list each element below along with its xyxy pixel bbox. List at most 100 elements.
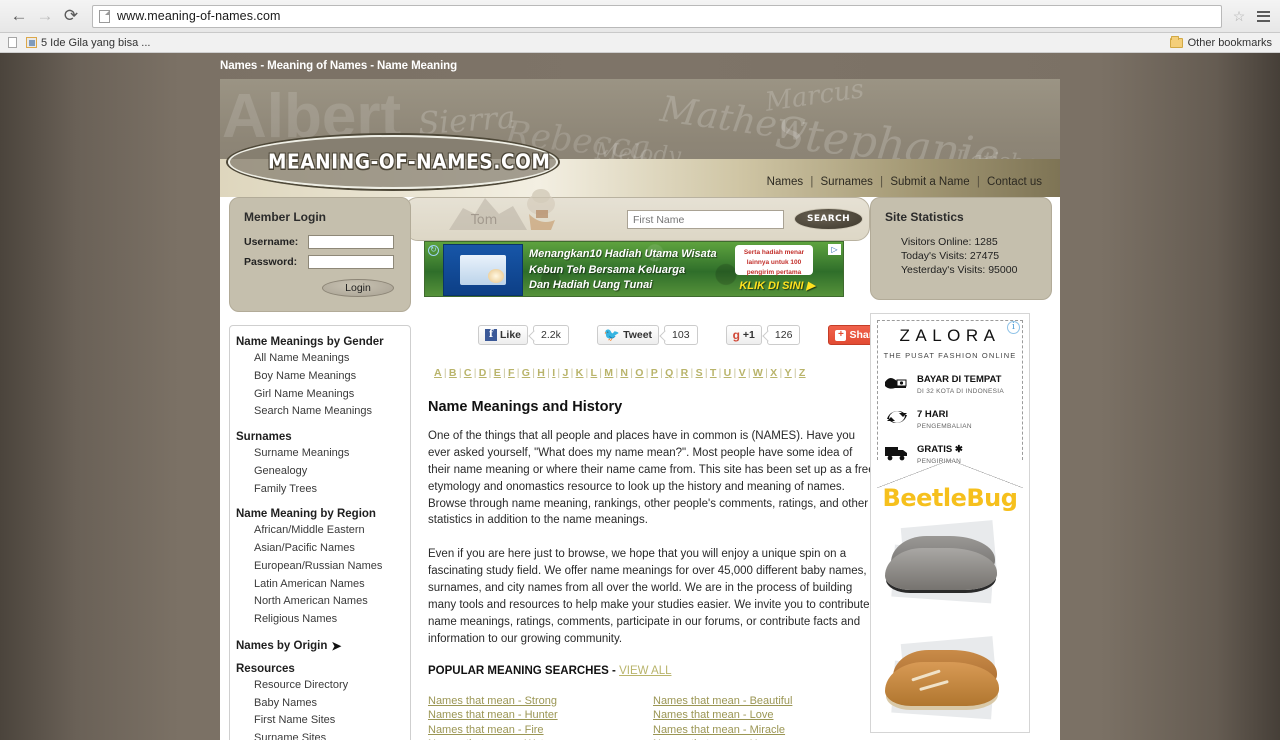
username-row: Username: (244, 235, 396, 249)
adchoices-icon[interactable]: ▷ (828, 244, 841, 255)
alphabet-link-a[interactable]: A (434, 367, 442, 379)
sidebar-item-resource-directory[interactable]: Resource Directory (236, 677, 400, 695)
alphabet-link-z[interactable]: Z (799, 367, 806, 379)
alphabet-link-d[interactable]: D (479, 367, 487, 379)
alphabet-link-t[interactable]: T (710, 367, 717, 379)
facebook-like-button[interactable]: f Like (478, 325, 529, 345)
search-button[interactable]: SEARCH (794, 208, 863, 230)
alphabet-link-v[interactable]: V (739, 367, 746, 379)
sidebar-item-boy-name-meanings[interactable]: Boy Name Meanings (236, 368, 400, 386)
popular-link-strong[interactable]: Names that mean - Strong (428, 695, 653, 708)
alphabet-link-i[interactable]: I (552, 367, 555, 379)
arrow-right-icon: ➤ (331, 638, 342, 653)
other-bookmarks-folder[interactable]: Other bookmarks (1169, 35, 1272, 49)
alphabet-link-m[interactable]: M (604, 367, 613, 379)
site-logo[interactable]: MEANING-OF-NAMES.COM (228, 135, 558, 189)
svg-text:Tom: Tom (470, 213, 497, 228)
alphabet-link-w[interactable]: W (753, 367, 763, 379)
popular-link-beautiful[interactable]: Names that mean - Beautiful (653, 695, 878, 708)
zalora-ad-top: i ZALORA THE PUSAT FASHION ONLINE BAYAR … (871, 314, 1029, 488)
alphabet-separator: | (585, 367, 589, 379)
reload-button[interactable]: ⟳ (58, 3, 84, 29)
alphabet-link-n[interactable]: N (620, 367, 628, 379)
facebook-icon: f (485, 329, 497, 341)
alphabet-separator: | (733, 367, 737, 379)
sidebar-item-girl-name-meanings[interactable]: Girl Name Meanings (236, 386, 400, 404)
page-info-icon (99, 9, 110, 23)
username-input[interactable] (308, 235, 394, 249)
twitter-bird-icon: 🐦 (603, 327, 621, 342)
popular-link-fire[interactable]: Names that mean - Fire (428, 724, 653, 737)
googleplus-button[interactable]: g +1 (725, 325, 762, 345)
alphabet-link-k[interactable]: K (576, 367, 584, 379)
popular-link-hope[interactable]: Names that mean - Hope (653, 738, 878, 740)
nav-link-submit-a-name[interactable]: Submit a Name (890, 176, 969, 188)
sidebar-item-all-name-meanings[interactable]: All Name Meanings (236, 350, 400, 368)
alphabet-link-l[interactable]: L (591, 367, 598, 379)
alphabet-link-f[interactable]: F (508, 367, 515, 379)
website-container: Albert Sierra Rebecca Melody Mathew Marc… (220, 79, 1060, 740)
sidebar-item-african-middle-eastern[interactable]: African/Middle Eastern (236, 522, 400, 540)
sidebar-item-surname-sites[interactable]: Surname Sites (236, 730, 400, 740)
password-input[interactable] (308, 255, 394, 269)
nav-link-contact-us[interactable]: Contact us (987, 176, 1042, 188)
alphabet-link-r[interactable]: R (681, 367, 689, 379)
sidebar-item-north-american-names[interactable]: North American Names (236, 593, 400, 611)
sidebar-item-asian-pacific-names[interactable]: Asian/Pacific Names (236, 540, 400, 558)
sidebar-item-search-name-meanings[interactable]: Search Name Meanings (236, 403, 400, 421)
forward-button[interactable]: → (32, 3, 58, 29)
menu-heading-gender: Name Meanings by Gender (236, 336, 384, 348)
twitter-tweet-button[interactable]: 🐦 Tweet (596, 325, 660, 345)
bookmarks-bar: 5 Ide Gila yang bisa ... Other bookmarks (0, 33, 1280, 53)
alphabet-link-c[interactable]: C (464, 367, 472, 379)
sidebar-item-surname-meanings[interactable]: Surname Meanings (236, 445, 400, 463)
popular-link-hunter[interactable]: Names that mean - Hunter (428, 709, 653, 722)
alphabet-separator: | (615, 367, 619, 379)
bookmark-item[interactable]: 5 Ide Gila yang bisa ... (26, 37, 150, 49)
alphabet-link-g[interactable]: G (522, 367, 530, 379)
alphabet-link-q[interactable]: Q (665, 367, 673, 379)
alphabet-separator: | (557, 367, 561, 379)
menu-heading-names-by-origin[interactable]: Names by Origin ➤ (236, 639, 400, 653)
alphabet-separator: | (704, 367, 708, 379)
back-button[interactable]: ← (6, 3, 32, 29)
nav-link-surnames[interactable]: Surnames (821, 176, 873, 188)
ad-cta-button[interactable]: KLIK DI SINI ▶ (739, 279, 815, 292)
shoe-photo-tan (877, 634, 1023, 732)
search-input[interactable] (627, 210, 784, 229)
alphabet-link-h[interactable]: H (537, 367, 545, 379)
sidebar-item-genealogy[interactable]: Genealogy (236, 463, 400, 481)
alphabet-link-e[interactable]: E (494, 367, 501, 379)
zalora-advertisement[interactable]: i ZALORA THE PUSAT FASHION ONLINE BAYAR … (870, 313, 1030, 733)
sidebar-item-european-russian-names[interactable]: European/Russian Names (236, 558, 400, 576)
alphabet-link-y[interactable]: Y (785, 367, 792, 379)
sidebar-item-first-name-sites[interactable]: First Name Sites (236, 712, 400, 730)
popular-link-love[interactable]: Names that mean - Love (653, 709, 878, 722)
alphabet-link-x[interactable]: X (770, 367, 777, 379)
sidebar-item-latin-american-names[interactable]: Latin American Names (236, 576, 400, 594)
alphabet-link-p[interactable]: P (651, 367, 658, 379)
page-title-bar: Names - Meaning of Names - Name Meaning (0, 53, 1280, 79)
address-bar[interactable]: www.meaning-of-names.com (92, 4, 1222, 28)
sidebar-item-baby-names[interactable]: Baby Names (236, 695, 400, 713)
bookmark-star-icon[interactable]: ☆ (1228, 8, 1250, 25)
ad-bubble: Serta hadiah menar lainnya untuk 100 pen… (735, 245, 813, 276)
login-button[interactable]: Login (322, 279, 394, 297)
hamburger-menu-icon[interactable] (1252, 3, 1274, 29)
sidebar-item-religious-names[interactable]: Religious Names (236, 611, 400, 629)
nav-link-names[interactable]: Names (767, 176, 803, 188)
popular-link-miracle[interactable]: Names that mean - Miracle (653, 724, 878, 737)
alphabet-link-o[interactable]: O (635, 367, 643, 379)
alphabet-link-u[interactable]: U (724, 367, 732, 379)
view-all-link[interactable]: VIEW ALL (619, 665, 671, 677)
alphabet-separator: | (645, 367, 649, 379)
alphabet-link-j[interactable]: J (562, 367, 568, 379)
refresh-icon[interactable]: ↻ (428, 245, 439, 256)
favicon-icon (26, 37, 37, 48)
alphabet-link-b[interactable]: B (449, 367, 457, 379)
banner-advertisement[interactable]: ↻ Menangkan10 Hadiah Utama Wisata Kebun … (424, 241, 844, 297)
sidebar-item-family-trees[interactable]: Family Trees (236, 481, 400, 499)
alphabet-link-s[interactable]: S (696, 367, 703, 379)
popular-link-water[interactable]: Names that mean - Water (428, 738, 653, 740)
password-row: Password: (244, 255, 396, 269)
